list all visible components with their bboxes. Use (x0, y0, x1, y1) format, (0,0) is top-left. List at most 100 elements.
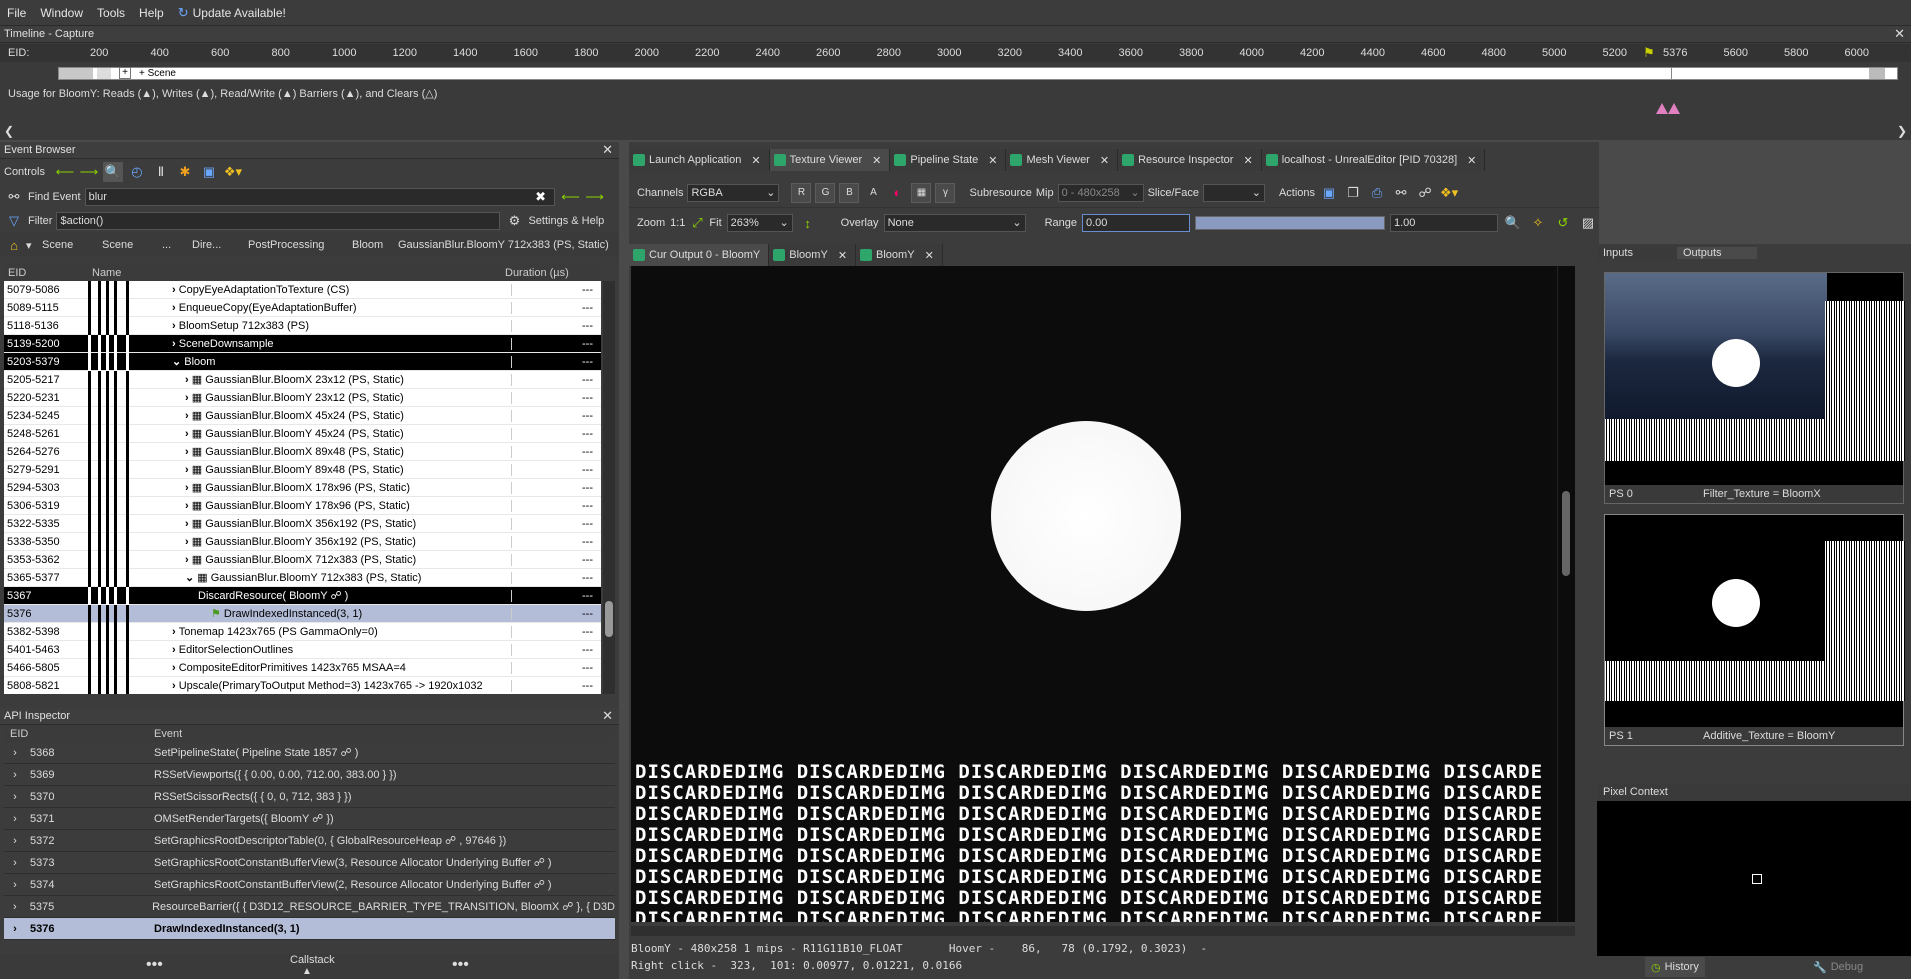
find-next-icon[interactable]: ⟶ (585, 187, 605, 207)
event-row[interactable]: 5234-5245 › ▦ GaussianBlur.BloomX 45x24 (… (4, 406, 601, 425)
expand-chevron-icon[interactable]: › (185, 374, 192, 386)
vertical-arrows-icon[interactable]: ↕ (798, 213, 818, 233)
expand-chevron-icon[interactable]: › (4, 791, 26, 803)
more-icon[interactable]: ••• (146, 956, 163, 974)
texture-tab-0[interactable]: Cur Output 0 - BloomY (629, 244, 770, 266)
texture-tab-1[interactable]: BloomY ✕ (769, 244, 857, 266)
tab-0[interactable]: Launch Application ✕ (629, 149, 770, 171)
expand-chevron-icon[interactable]: › (4, 747, 26, 759)
zoom-select[interactable]: 263% ⌄ (726, 214, 793, 232)
expand-chevron-icon[interactable]: › (4, 857, 26, 869)
api-row[interactable]: › 5373 SetGraphicsRootConstantBufferView(3… (4, 852, 615, 874)
close-icon[interactable]: ✕ (1100, 154, 1109, 167)
callstack-label[interactable]: Callstack (290, 954, 335, 966)
event-row[interactable]: 5294-5303 › ▦ GaussianBlur.BloomX 178x96 … (4, 478, 601, 497)
api-col-eid[interactable]: EID (4, 728, 154, 740)
expand-chevron-icon[interactable]: › (172, 320, 179, 332)
copy-icon[interactable]: ❐ (1343, 183, 1363, 203)
api-row[interactable]: › 5374 SetGraphicsRootConstantBufferView(2… (4, 874, 615, 896)
zoom-in-icon[interactable]: 🔍 (1503, 213, 1523, 233)
channel-b-button[interactable]: B (839, 182, 860, 203)
slice-select[interactable]: ⌄ (1202, 183, 1265, 202)
breadcrumb-item[interactable]: PostProcessing (248, 239, 350, 251)
fit-icon[interactable]: ⤢ (690, 213, 704, 233)
find-prev-icon[interactable]: ⟵ (561, 187, 581, 207)
event-row[interactable]: 5322-5335 › ▦ GaussianBlur.BloomX 356x192… (4, 514, 601, 533)
expand-chevron-icon[interactable]: › (172, 284, 179, 296)
tab-outputs[interactable]: Outputs (1677, 246, 1757, 259)
binoculars-icon[interactable]: 🔍 (102, 162, 123, 182)
texture-canvas[interactable]: DISCARDEDIMG DISCARDEDIMG DISCARDEDIMG D… (631, 266, 1575, 922)
mip-select[interactable]: 0 - 480x258 ⌄ (1057, 183, 1144, 202)
channel-r-button[interactable]: R (791, 182, 812, 203)
prev-arrow-icon[interactable]: ⟵ (55, 162, 75, 182)
expand-chevron-icon[interactable]: › (172, 644, 179, 656)
texture-hscroll[interactable] (631, 926, 1575, 936)
scroll-right-icon[interactable]: ❯ (1897, 124, 1907, 138)
clear-icon[interactable]: ✖ (531, 187, 551, 207)
chevron-up-icon[interactable]: ▲ (302, 966, 312, 977)
expand-chevron-icon[interactable]: › (172, 338, 179, 350)
scene-bar[interactable]: + + Scene (58, 67, 1898, 80)
open-icon[interactable]: ⎙ (1367, 183, 1387, 203)
menu-file[interactable]: File (0, 0, 33, 26)
expand-chevron-icon[interactable]: › (185, 554, 192, 566)
expand-chevron-icon[interactable]: ⌄ (172, 356, 184, 368)
home-icon[interactable]: ⌂ (4, 235, 24, 255)
menu-help[interactable]: Help (132, 0, 171, 26)
texture-vscroll[interactable] (1557, 266, 1575, 922)
wand-icon[interactable]: ✧ (1528, 213, 1548, 233)
bar-chart-icon[interactable]: Ⅱ (151, 162, 171, 182)
puzzle-icon[interactable]: ❖▾ (1439, 183, 1459, 203)
close-icon[interactable]: ✕ (838, 249, 847, 262)
close-icon[interactable]: ✕ (872, 154, 881, 167)
more-icon[interactable]: ••• (452, 956, 469, 974)
fit-button[interactable]: Fit (709, 217, 721, 229)
expand-chevron-icon[interactable]: › (185, 518, 192, 530)
api-row[interactable]: › 5369 RSSetViewports({ { 0.00, 0.00, 712.… (4, 764, 615, 786)
event-row[interactable]: 5264-5276 › ▦ GaussianBlur.BloomX 89x48 (… (4, 442, 601, 461)
close-icon[interactable]: ✕ (751, 154, 760, 167)
expand-chevron-icon[interactable]: › (4, 835, 26, 847)
event-row[interactable]: 5220-5231 › ▦ GaussianBlur.BloomY 23x12 (… (4, 388, 601, 407)
gear-icon[interactable]: ⚙ (504, 211, 524, 231)
close-icon[interactable]: ✕ (925, 249, 934, 262)
expand-chevron-icon[interactable]: › (172, 302, 179, 314)
event-row[interactable]: 5248-5261 › ▦ GaussianBlur.BloomY 45x24 (… (4, 424, 601, 443)
next-arrow-icon[interactable]: ⟶ (79, 162, 99, 182)
event-row[interactable]: 5353-5362 › ▦ GaussianBlur.BloomX 712x383… (4, 550, 601, 569)
texture-tab-2[interactable]: BloomY ✕ (856, 244, 943, 266)
event-row[interactable]: 5365-5377 ⌄ ▦ GaussianBlur.BloomY 712x383… (4, 568, 601, 587)
event-row[interactable]: 5139-5200 › SceneDownsample --- (4, 334, 601, 353)
history-button[interactable]: ◷ History (1645, 957, 1705, 977)
save-icon[interactable]: ▣ (199, 162, 219, 182)
expand-chevron-icon[interactable]: › (172, 662, 179, 674)
tab-2[interactable]: Pipeline State ✕ (890, 149, 1007, 171)
breadcrumb-item[interactable]: Scene (102, 239, 160, 251)
event-scrollbar[interactable] (603, 281, 615, 694)
save-icon[interactable]: ▣ (1319, 183, 1339, 203)
tab-4[interactable]: Resource Inspector ✕ (1118, 149, 1262, 171)
find-event-input[interactable] (84, 188, 555, 206)
expand-chevron-icon[interactable]: › (172, 680, 179, 692)
event-row[interactable]: 5401-5463 › EditorSelectionOutlines --- (4, 640, 601, 659)
thumbnail-bloomx[interactable]: PS 0 Filter_Texture = BloomX (1604, 272, 1905, 504)
range-slider[interactable] (1194, 216, 1385, 230)
filter-input[interactable] (56, 212, 501, 230)
event-row[interactable]: 5338-5350 › ▦ GaussianBlur.BloomY 356x192… (4, 532, 601, 551)
breadcrumb-item[interactable]: GaussianBlur.BloomY 712x383 (PS, Static) (398, 239, 609, 251)
menu-window[interactable]: Window (33, 0, 90, 26)
range-min-input[interactable] (1081, 214, 1190, 232)
close-icon[interactable]: ✕ (988, 154, 997, 167)
tab-3[interactable]: Mesh Viewer ✕ (1006, 149, 1119, 171)
event-row[interactable]: 5367 DiscardResource( BloomY ☍ ) --- (4, 586, 601, 605)
col-name[interactable]: Name (84, 267, 505, 279)
api-col-event[interactable]: Event (154, 728, 182, 740)
expand-chevron-icon[interactable]: › (4, 813, 26, 825)
event-list[interactable]: 5079-5086 › CopyEyeAdaptationToTexture (C… (4, 281, 601, 694)
range-max-input[interactable] (1389, 214, 1498, 232)
col-eid[interactable]: EID (4, 267, 84, 279)
api-row[interactable]: › 5376 DrawIndexedInstanced(3, 1) (4, 918, 615, 940)
tab-5[interactable]: localhost - UnrealEditor [PID 70328] ✕ (1261, 149, 1486, 171)
checkerboard-icon[interactable]: ▦ (911, 182, 932, 203)
